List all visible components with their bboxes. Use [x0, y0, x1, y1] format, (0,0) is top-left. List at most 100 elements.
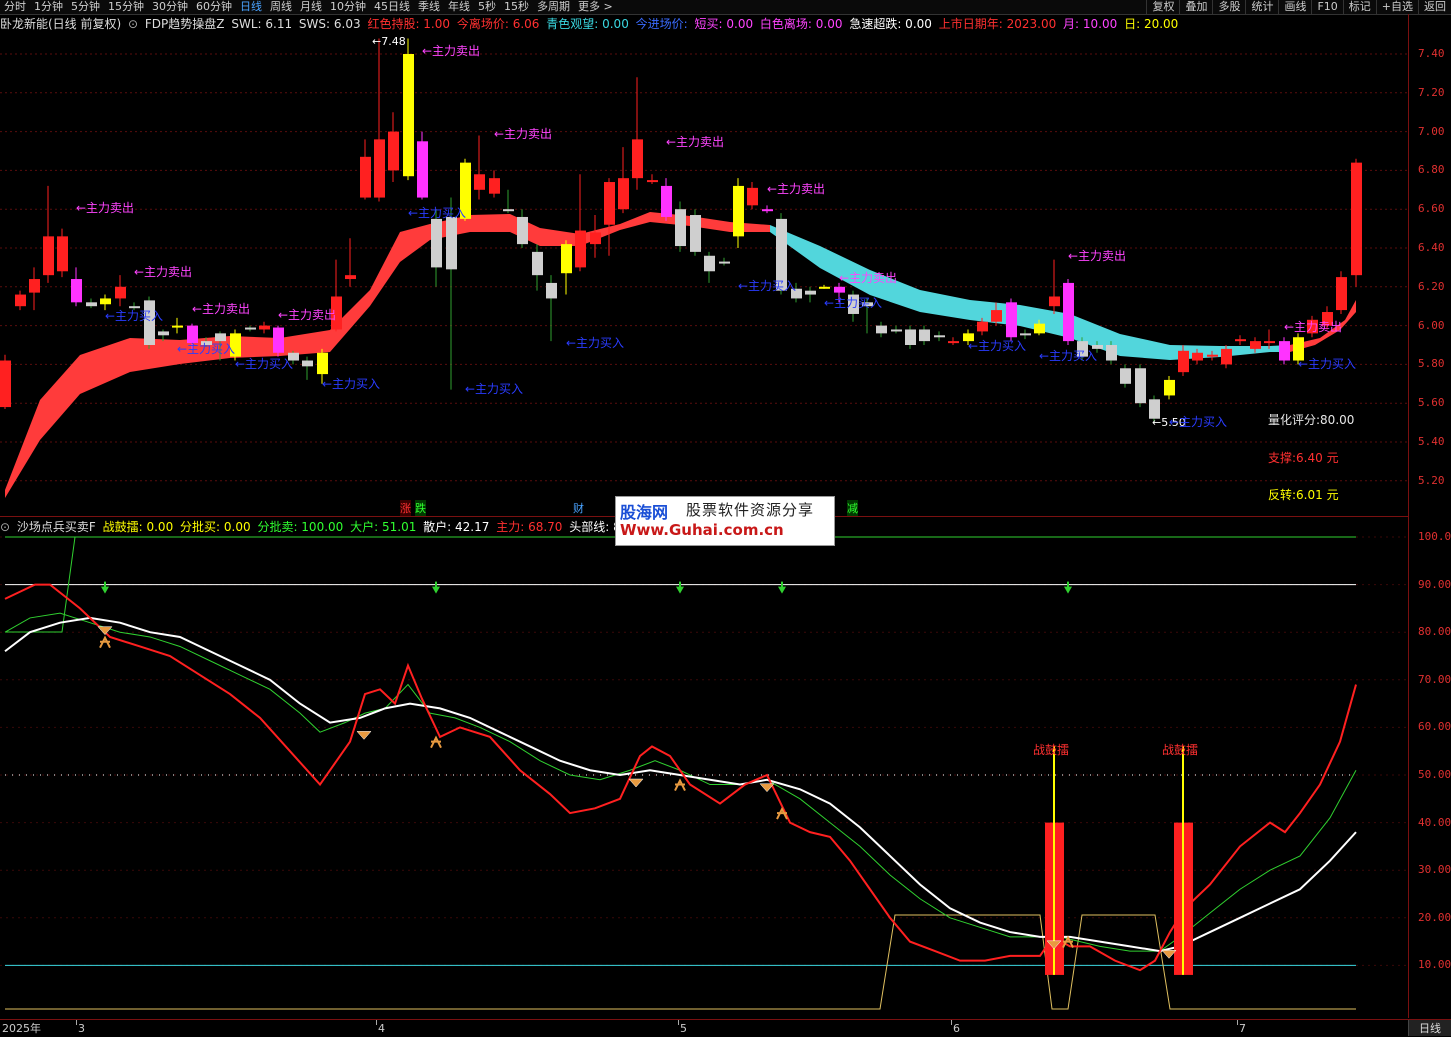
indicator-tick: 70.00	[1418, 672, 1451, 686]
candle-body	[129, 306, 140, 309]
sub-indicator-toggle-icon[interactable]: ⊙	[0, 520, 10, 534]
candle-body	[604, 182, 615, 225]
candle-body	[834, 286, 845, 293]
cross-marker-icon	[99, 635, 111, 649]
price-tick: 6.20	[1418, 279, 1445, 293]
candle-body	[805, 290, 816, 295]
candle-body	[446, 216, 457, 270]
price-tick: 5.60	[1418, 396, 1445, 410]
month-label: 6	[953, 1022, 960, 1035]
indicator-tick: 50.00	[1418, 768, 1451, 781]
sub-indicator-name[interactable]: 沙场点兵买卖F	[17, 520, 96, 534]
main-buy-annotation: ←主力买入	[408, 206, 466, 220]
candle-body	[345, 275, 356, 280]
candle-body	[158, 331, 169, 336]
candle-body	[0, 360, 11, 408]
diamond-icon	[628, 778, 644, 788]
sell-arrow-icon	[432, 586, 440, 594]
tag-reduce[interactable]: 减	[847, 500, 858, 516]
candle-body	[259, 325, 270, 330]
candle-body	[317, 352, 328, 375]
candle-body	[71, 279, 82, 303]
month-tick	[1237, 1020, 1238, 1025]
candle-body	[1336, 277, 1347, 311]
support-label: 支撑:6.40 元	[1268, 451, 1339, 465]
candle-body	[360, 156, 371, 198]
price-tick: 7.20	[1418, 85, 1445, 99]
batch-buy-value: 分批买: 0.00	[180, 520, 251, 534]
candle-body	[905, 329, 916, 345]
candle-body	[747, 187, 758, 206]
candle-body	[719, 261, 730, 264]
watermark-slogan: 股票软件资源分享	[686, 501, 815, 519]
main-buy-annotation: ←主力买入	[177, 342, 235, 356]
main-force-line	[4, 583, 1357, 972]
candle-body	[1020, 333, 1031, 336]
month-tick	[76, 1020, 77, 1025]
candle-body	[762, 209, 773, 212]
indicator-tick: 100.0	[1418, 530, 1451, 543]
cross-marker-icon	[674, 778, 686, 791]
sell-arrow-icon	[101, 586, 109, 594]
main-sell-annotation: ←主力卖出	[1068, 249, 1126, 263]
candle-body	[532, 251, 543, 276]
price-tick: 5.20	[1418, 473, 1445, 487]
indicator-tick: 30.00	[1418, 863, 1451, 877]
month-tick	[678, 1020, 679, 1025]
price-tick: 6.60	[1418, 202, 1445, 216]
price-tick: 5.80	[1418, 357, 1445, 371]
main-buy-annotation: ←主力买入	[566, 336, 624, 350]
candle-body	[948, 341, 959, 344]
candle-body	[1034, 323, 1045, 334]
date-axis: 2025年 3 4 5 6 7 日线	[0, 1019, 1451, 1037]
price-tick: 6.40	[1418, 241, 1445, 254]
reversal-label: 反转:6.01 元	[1268, 488, 1339, 502]
period-tab[interactable]: 日线	[1408, 1020, 1451, 1036]
candle-body	[690, 215, 701, 252]
candle-body	[1192, 352, 1203, 361]
price-tick: 5.40	[1418, 435, 1445, 448]
tag-financial[interactable]: 财	[573, 500, 584, 516]
candle-body	[1235, 339, 1246, 342]
indicator-tick: 90.00	[1418, 577, 1451, 591]
candle-body	[647, 180, 658, 183]
main-sell-annotation: ←主力卖出	[666, 135, 724, 149]
price-axis-separator	[1408, 14, 1409, 1018]
indicator-tick: 10.00	[1418, 958, 1451, 972]
watermark-brand: 股海网	[620, 503, 669, 522]
tag-down[interactable]: 跌	[415, 500, 426, 516]
main-buy-annotation: ←主力买入	[105, 309, 163, 323]
candle-body	[187, 325, 198, 344]
main-sell-annotation: ←主力卖出	[839, 271, 897, 285]
main-sell-annotation: ←主力卖出	[192, 302, 250, 316]
cross-marker-icon	[430, 735, 442, 749]
sell-arrow-icon	[778, 586, 786, 594]
price-tick: 7.00	[1418, 124, 1445, 138]
candle-body	[1164, 379, 1175, 396]
high-price-mark: ←7.48	[372, 35, 406, 48]
candle-body	[991, 310, 1002, 322]
candle-body	[1106, 345, 1117, 361]
candle-body	[374, 139, 385, 198]
tag-up[interactable]: 涨	[400, 500, 411, 516]
main-sell-annotation: ←主力卖出	[278, 308, 336, 322]
diamond-icon	[759, 783, 775, 793]
candle-body	[489, 178, 500, 194]
candle-body	[546, 282, 557, 299]
sub-indicator-bar: ⊙ 沙场点兵买卖F 战鼓擂: 0.00 分批买: 0.00 分批卖: 100.0…	[0, 518, 669, 536]
month-label: 3	[78, 1022, 85, 1035]
price-tick: 6.80	[1418, 163, 1445, 177]
candle-body	[388, 131, 399, 171]
indicator-tick: 20.00	[1418, 910, 1451, 924]
candle-body	[273, 327, 284, 353]
diamond-icon	[97, 626, 113, 636]
trend-ribbon-red	[5, 212, 770, 498]
main-sell-annotation: ←主力卖出	[134, 265, 192, 279]
candle-body	[517, 216, 528, 245]
indicator-tick: 60.00	[1418, 720, 1451, 734]
candle-body	[302, 360, 313, 367]
candle-body	[1120, 368, 1131, 384]
candle-body	[1279, 341, 1290, 361]
drum-label: 战鼓擂	[1162, 743, 1198, 757]
retail-value: 散户: 42.17	[423, 520, 490, 534]
